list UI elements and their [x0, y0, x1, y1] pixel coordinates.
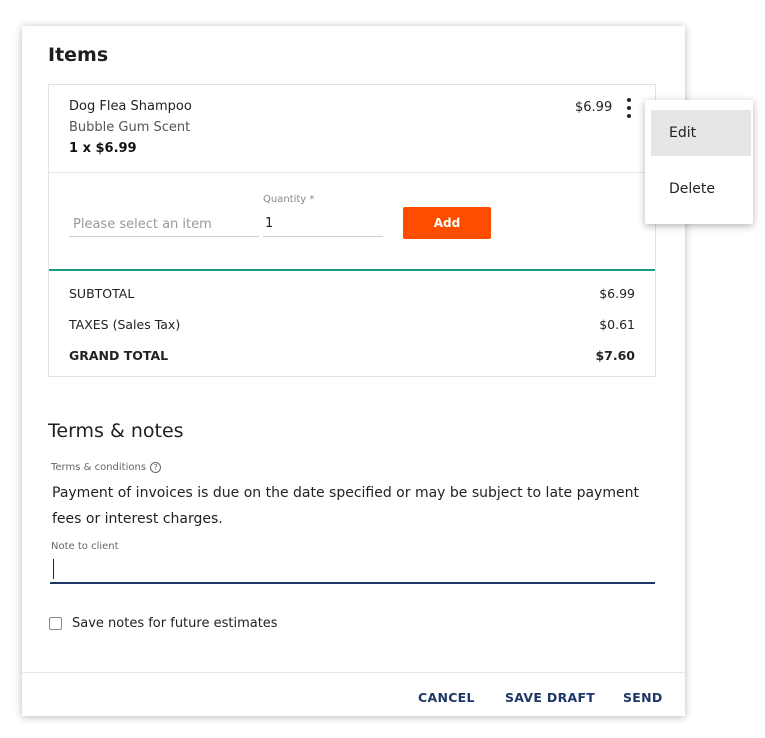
cancel-button[interactable]: CANCEL	[418, 690, 475, 705]
divider-accent	[49, 269, 655, 271]
send-button[interactable]: SEND	[623, 690, 663, 705]
more-vertical-icon[interactable]	[624, 98, 634, 118]
save-notes-row[interactable]: Save notes for future estimates	[49, 616, 278, 631]
item-price: $6.99	[575, 100, 613, 115]
item-name: Dog Flea Shampoo	[69, 99, 192, 114]
subtotal-row: SUBTOTAL $6.99	[69, 286, 635, 301]
text-caret	[53, 559, 54, 579]
add-item-button[interactable]: Add	[403, 207, 491, 239]
note-to-client-input[interactable]	[50, 556, 655, 584]
menu-item-delete[interactable]: Delete	[651, 166, 751, 212]
save-notes-label: Save notes for future estimates	[72, 616, 278, 631]
quantity-input[interactable]	[263, 211, 383, 237]
subtotal-value: $6.99	[599, 286, 635, 301]
item-quantity-line: 1 x $6.99	[69, 141, 137, 156]
note-label: Note to client	[51, 541, 119, 552]
item-variant: Bubble Gum Scent	[69, 120, 191, 135]
menu-item-edit[interactable]: Edit	[651, 110, 751, 156]
quantity-label: Quantity *	[263, 194, 315, 205]
divider	[49, 172, 655, 173]
subtotal-label: SUBTOTAL	[69, 286, 135, 301]
terms-label: Terms & conditions	[51, 462, 147, 473]
taxes-value: $0.61	[599, 317, 635, 332]
grand-total-value: $7.60	[595, 348, 635, 363]
taxes-label: TAXES (Sales Tax)	[69, 317, 181, 332]
estimate-card: Items Dog Flea Shampoo Bubble Gum Scent …	[22, 26, 685, 716]
grand-total-row: GRAND TOTAL $7.60	[69, 348, 635, 363]
help-circle-icon[interactable]: ?	[150, 462, 162, 473]
footer-divider	[22, 672, 685, 673]
save-notes-checkbox[interactable]	[49, 617, 62, 630]
taxes-row: TAXES (Sales Tax) $0.61	[69, 317, 635, 332]
grand-total-label: GRAND TOTAL	[69, 348, 169, 363]
items-panel: Dog Flea Shampoo Bubble Gum Scent 1 x $6…	[48, 84, 656, 377]
terms-text[interactable]: Payment of invoices is due on the date s…	[52, 480, 662, 532]
terms-label-row: Terms & conditions ?	[51, 462, 162, 473]
items-section-title: Items	[48, 44, 109, 66]
item-context-menu: Edit Delete	[645, 100, 753, 224]
item-select-input[interactable]	[69, 213, 259, 237]
save-draft-button[interactable]: SAVE DRAFT	[505, 690, 595, 705]
terms-section-title: Terms & notes	[48, 420, 184, 442]
